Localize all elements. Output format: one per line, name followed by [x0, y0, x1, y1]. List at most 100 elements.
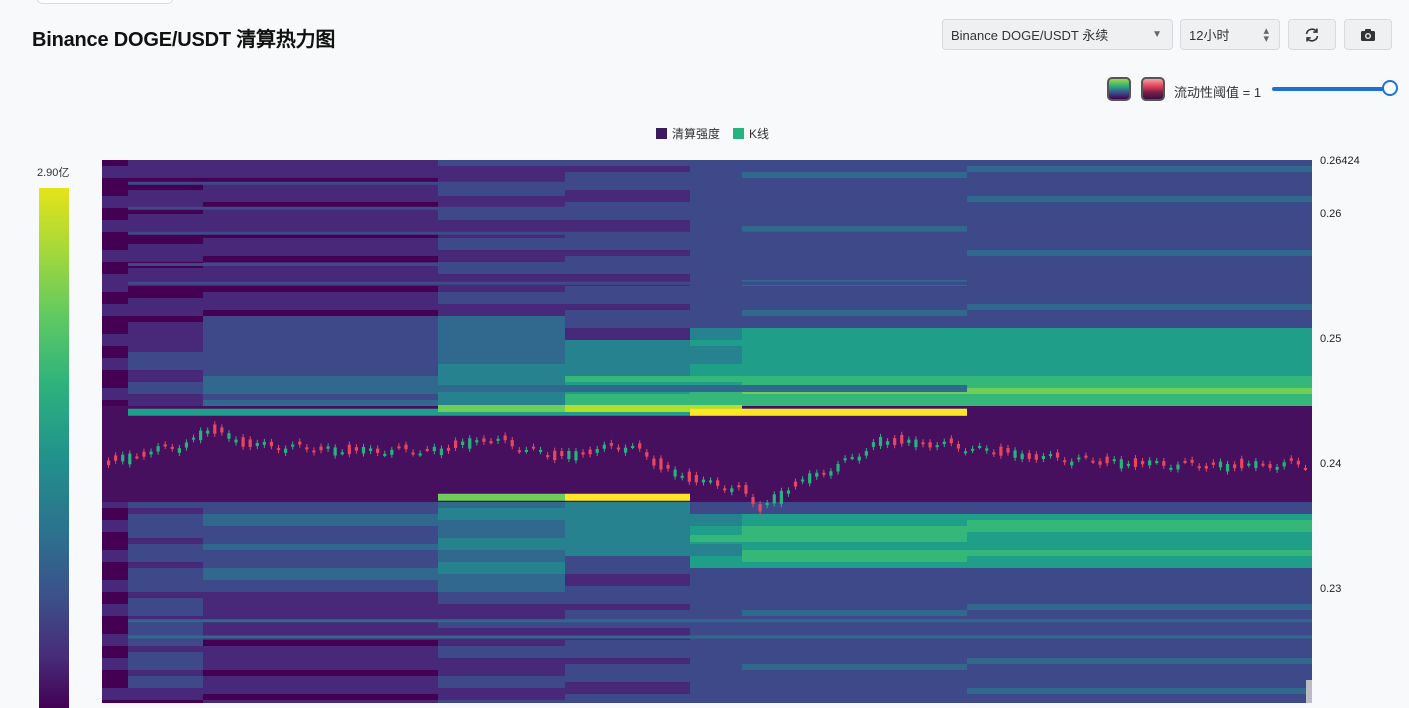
candle-body: [1190, 459, 1194, 463]
heatmap-cell: [690, 238, 742, 244]
heatmap-cell: [102, 328, 128, 334]
heatmap-cell: [565, 394, 690, 400]
heatmap-cell: [690, 652, 742, 658]
candle-body: [383, 453, 387, 456]
heatmap-cell: [742, 172, 967, 178]
heatmap-cell: [128, 652, 203, 658]
candle-body: [1020, 453, 1024, 460]
heatmap-cell: [690, 676, 742, 682]
candle-body: [397, 446, 401, 449]
heatmap-cell: [438, 682, 565, 688]
heatmap-candle-zone: [102, 414, 1312, 495]
heatmap-cell: [128, 538, 203, 544]
heatmap-cell: [102, 604, 128, 610]
heatmap-cell: [128, 214, 203, 220]
candle-body: [191, 437, 196, 440]
heatmap-cell: [967, 256, 1312, 262]
heatmap-cell: [438, 556, 565, 562]
heatmap-cell: [203, 568, 438, 574]
candle-body: [907, 439, 911, 443]
heatmap-cell: [967, 562, 1312, 568]
candle-body: [560, 451, 564, 456]
candle-body: [1233, 464, 1237, 469]
heatmap-cell: [102, 286, 128, 292]
heatmap-cell: [438, 508, 565, 514]
heatmap-cell: [565, 268, 690, 274]
heatmap-cell: [967, 394, 1312, 400]
candle-body: [333, 447, 337, 456]
candle-body: [326, 446, 330, 449]
heatmap-cell: [967, 622, 1312, 628]
heatmap-cell: [102, 394, 128, 400]
heatmap-cell: [102, 358, 128, 364]
heatmap-cell: [967, 382, 1312, 388]
heatmap-cell: [438, 592, 565, 598]
candle-body: [170, 446, 174, 449]
candle-body: [354, 447, 359, 451]
heatmap-cell: [967, 364, 1312, 370]
heatmap-cell: [967, 658, 1312, 664]
heatmap-cell: [565, 364, 690, 370]
candle-body: [1261, 463, 1265, 466]
heatmap-cell: [742, 586, 967, 592]
heatmap-cell: [565, 196, 690, 202]
heatmap-cell: [128, 610, 203, 616]
heatmap-cell: [203, 286, 438, 292]
candle-body: [114, 455, 118, 461]
candle-body: [1084, 455, 1088, 458]
heatmap-cell: [128, 370, 203, 376]
candle-body: [878, 437, 883, 446]
heatmap-cell: [742, 592, 967, 598]
heatmap-cell: [742, 304, 967, 310]
heatmap-cell: [690, 670, 742, 676]
heatmap-cell: [690, 592, 742, 598]
heatmap-cell: [565, 214, 690, 220]
heatmap-cell: [690, 376, 742, 382]
heatmap-cell: [203, 274, 438, 280]
heatmap-cell: [967, 610, 1312, 616]
candle-body: [822, 472, 826, 475]
candle-body: [708, 480, 713, 483]
heatmap-cell: [438, 172, 565, 178]
heatmap-cell: [565, 628, 690, 634]
heatmap-cell: [565, 244, 690, 250]
heatmap-cell: [203, 586, 438, 592]
heatmap-cell: [102, 196, 128, 202]
heatmap-cell: [742, 268, 967, 274]
heatmap-cell: [690, 526, 742, 532]
heatmap-cell: [438, 676, 565, 682]
heatmap-cell: [438, 298, 565, 304]
heatmap-cell: [565, 664, 690, 670]
heatmap-cell: [565, 532, 690, 538]
heatmap-cell: [128, 508, 203, 514]
candle-body: [163, 444, 167, 447]
heatmap-cell: [203, 538, 438, 544]
heatmap-cell: [438, 544, 565, 550]
heatmap-cell: [203, 172, 438, 178]
heatmap-chart[interactable]: 0.26424 0.26 0.25 0.24 0.23: [0, 0, 1409, 703]
heatmap-cell: [690, 550, 742, 556]
heatmap-cell: [438, 286, 565, 292]
heatmap-cell: [203, 184, 438, 190]
heatmap-cell: [203, 364, 438, 370]
candle-body: [886, 441, 890, 445]
candle-body: [871, 442, 876, 447]
y-tick-label: 0.24: [1320, 458, 1341, 470]
chart-scroll-handle[interactable]: [1306, 680, 1312, 703]
heatmap-cell: [438, 640, 565, 646]
heatmap-cell: [128, 544, 203, 550]
candle-body: [106, 460, 111, 466]
heatmap-cell: [203, 520, 438, 526]
heatmap-cell: [128, 664, 203, 670]
heatmap-cell: [742, 514, 967, 520]
liquidation-band: [690, 408, 967, 416]
heatmap-cell: [967, 310, 1312, 316]
candle-body: [298, 441, 302, 445]
heatmap-cell: [203, 526, 438, 532]
heatmap-cell: [128, 310, 203, 316]
heatmap-cell: [742, 394, 967, 400]
candle-body: [1254, 461, 1258, 469]
heatmap-cell: [102, 250, 128, 256]
heatmap-cell: [742, 688, 967, 694]
heatmap-cell: [742, 214, 967, 220]
